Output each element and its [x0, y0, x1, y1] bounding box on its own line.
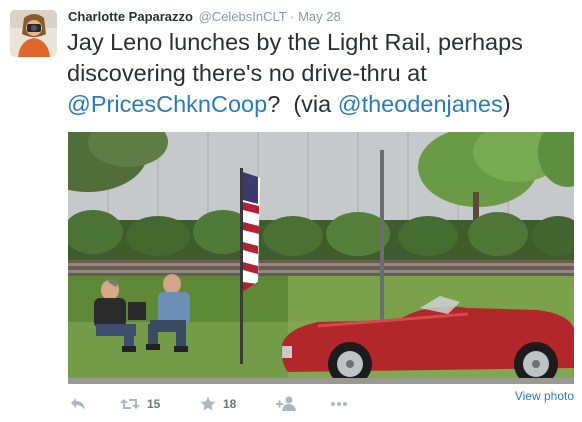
- tweet-actions: 15 18: [68, 394, 574, 416]
- retweet-button[interactable]: 15: [120, 394, 160, 414]
- retweet-count: 15: [147, 397, 161, 411]
- retweet-icon: [120, 397, 140, 411]
- reply-icon: [70, 397, 86, 411]
- star-icon: [200, 396, 216, 412]
- photo-image: [68, 132, 574, 384]
- tweet-text: Jay Leno lunches by the Light Rail, perh…: [67, 27, 575, 120]
- favorite-button[interactable]: 18: [200, 394, 236, 414]
- tweet-photo[interactable]: [68, 132, 574, 384]
- tweet-text-line-3: @PricesChknCoop? (via @theodenjanes): [67, 89, 575, 120]
- more-button[interactable]: [330, 394, 348, 414]
- header-separator: ·: [290, 9, 295, 24]
- tweet-text-mid: ? (via: [267, 91, 338, 117]
- follow-icon: [276, 396, 298, 412]
- favorite-count: 18: [223, 397, 237, 411]
- avatar[interactable]: [10, 10, 57, 57]
- tweet-text-end: ): [502, 91, 511, 117]
- reply-button[interactable]: [70, 394, 86, 414]
- mention-prices-chkn-coop[interactable]: @PricesChknCoop: [67, 91, 267, 117]
- tweet-timestamp[interactable]: May 28: [298, 9, 341, 24]
- tweet-header: Charlotte Paparazzo @CelebsInCLT · May 2…: [68, 9, 341, 25]
- avatar-image: [10, 10, 57, 57]
- author-name[interactable]: Charlotte Paparazzo: [68, 9, 193, 24]
- tweet-text-line-2: discovering there's no drive-thru at: [67, 60, 427, 86]
- view-photo-link[interactable]: View photo: [515, 389, 574, 403]
- mention-theodenjanes[interactable]: @theodenjanes: [338, 91, 503, 117]
- author-handle[interactable]: @CelebsInCLT: [199, 9, 287, 24]
- tweet-text-line-1: Jay Leno lunches by the Light Rail, perh…: [67, 29, 523, 55]
- follow-button[interactable]: [276, 394, 298, 414]
- more-icon: [330, 401, 348, 407]
